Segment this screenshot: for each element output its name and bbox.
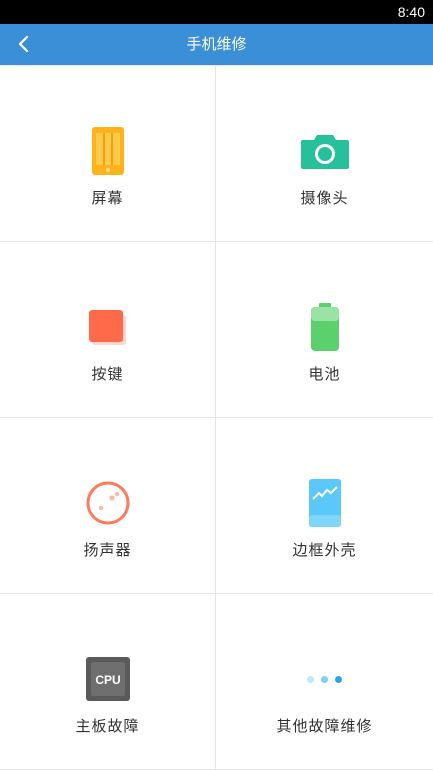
page-title: 手机维修 [186,35,247,53]
category-label: 主板故障 [75,717,140,735]
more-dots-icon [216,654,433,704]
category-speaker[interactable]: 扬声器 [0,418,216,594]
category-battery[interactable]: 电池 [216,242,433,418]
app-bar: 手机维修 [0,24,433,65]
status-bar: 8:40 [0,0,433,24]
category-label: 其他故障维修 [276,717,373,735]
category-camera[interactable]: 摄像头 [216,66,433,242]
chip-text: CPU [95,673,120,687]
category-label: 按键 [91,365,124,383]
phone-frame-icon [216,478,433,528]
category-button[interactable]: 按键 [0,242,216,418]
battery-icon [216,302,433,352]
speaker-icon [0,478,215,528]
category-mainboard[interactable]: CPU 主板故障 [0,594,216,770]
phone-screen-icon [0,126,215,176]
category-label: 边框外壳 [292,541,357,559]
camera-icon [216,126,433,176]
category-frame[interactable]: 边框外壳 [216,418,433,594]
category-label: 摄像头 [300,189,349,207]
button-key-icon [0,302,215,352]
category-other[interactable]: 其他故障维修 [216,594,433,770]
status-time: 8:40 [397,4,425,20]
category-label: 屏幕 [91,189,124,207]
category-label: 扬声器 [83,541,132,559]
repair-category-grid: 屏幕 摄像头 按键 电池 扬声器 边框外壳 CPU 主板故障 其他故障维修 [0,65,433,770]
category-label: 电池 [308,365,341,383]
cpu-chip-icon: CPU [0,654,215,704]
category-screen[interactable]: 屏幕 [0,66,216,242]
